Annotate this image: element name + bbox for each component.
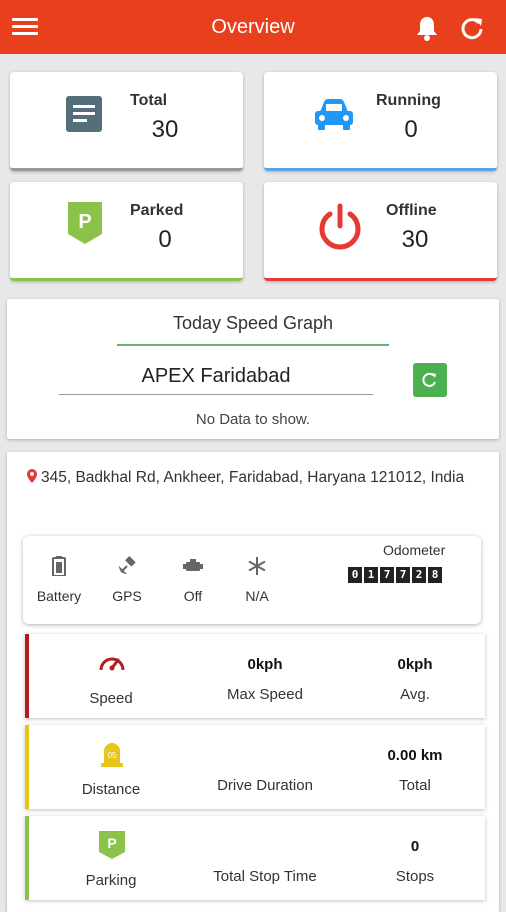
ac-label: N/A — [245, 588, 269, 604]
app-bar: Overview — [0, 0, 506, 54]
avg-speed-label: Avg. — [400, 686, 430, 703]
distance-metric-card[interactable]: 05 Distance Drive Duration 0.00 km Total — [25, 725, 485, 809]
graph-title-underline — [117, 344, 389, 346]
odometer-digit: 8 — [428, 567, 442, 583]
satellite-icon — [119, 556, 136, 574]
device-status-panel: Battery GPS Off N/A Odometer 0 1 7 7 2 8 — [23, 536, 481, 624]
address: 345, Badkhal Rd, Ankheer, Faridabad, Har… — [27, 466, 487, 490]
offline-card[interactable]: Offline 30 — [264, 182, 497, 281]
car-icon — [312, 94, 356, 138]
parking-metric-card[interactable]: P Parking Total Stop Time 0 Stops — [25, 816, 485, 900]
address-text: 345, Badkhal Rd, Ankheer, Faridabad, Har… — [41, 469, 465, 486]
running-value: 0 — [404, 116, 418, 143]
offline-value: 30 — [401, 226, 429, 253]
speedometer-icon — [99, 657, 125, 671]
device-selector[interactable]: APEX Faridabad — [59, 365, 373, 395]
max-speed-label: Max Speed — [227, 686, 303, 703]
battery-icon — [52, 556, 66, 576]
refresh-icon — [422, 372, 436, 387]
total-distance-label: Total — [399, 777, 431, 794]
total-label: Total — [130, 92, 168, 109]
battery-label: Battery — [36, 588, 82, 604]
stops-value: 0 — [410, 838, 420, 855]
snowflake-icon — [248, 557, 266, 575]
parked-label: Parked — [130, 202, 184, 219]
svg-text:P: P — [78, 211, 91, 233]
speed-metric-card[interactable]: Speed 0kph Max Speed 0kph Avg. — [25, 634, 485, 718]
notification-bell-icon[interactable] — [414, 14, 440, 42]
refresh-icon[interactable] — [458, 14, 486, 42]
parking-icon: P — [99, 831, 125, 859]
offline-label: Offline — [386, 202, 437, 219]
no-data-message: No Data to show. — [195, 411, 311, 428]
odometer-digit: 7 — [380, 567, 394, 583]
document-icon — [64, 94, 108, 138]
ac-status: N/A — [227, 556, 287, 604]
parked-value: 0 — [158, 226, 172, 253]
total-value: 30 — [151, 116, 179, 143]
page-title: Overview — [211, 15, 295, 38]
total-card[interactable]: Total 30 — [10, 72, 243, 171]
odometer-digit: 1 — [364, 567, 378, 583]
milestone-icon-text: 05 — [108, 751, 117, 760]
stops-label: Stops — [395, 868, 435, 885]
engine-icon — [183, 559, 203, 571]
parked-card[interactable]: P Parked 0 — [10, 182, 243, 281]
parking-icon-text: P — [107, 835, 116, 851]
ignition-label: Off — [183, 588, 203, 604]
milestone-icon: 05 — [101, 743, 123, 767]
graph-refresh-button[interactable] — [413, 363, 447, 397]
odometer-digit: 0 — [348, 567, 362, 583]
graph-title: Today Speed Graph — [172, 313, 334, 333]
avg-speed-value: 0kph — [397, 656, 433, 673]
total-distance-value: 0.00 km — [387, 747, 443, 764]
distance-label: Distance — [81, 781, 141, 798]
parking-label: Parking — [85, 872, 137, 889]
power-icon — [316, 202, 361, 250]
running-card[interactable]: Running 0 — [264, 72, 497, 171]
menu-icon[interactable] — [12, 14, 38, 38]
ignition-status: Off — [163, 556, 223, 604]
odometer-digit: 7 — [396, 567, 410, 583]
parking-icon: P — [66, 200, 110, 244]
odometer-label: Odometer — [383, 542, 446, 558]
location-pin-icon — [27, 469, 37, 483]
vehicle-info-card: 345, Badkhal Rd, Ankheer, Faridabad, Har… — [7, 452, 499, 912]
max-speed-value: 0kph — [247, 656, 283, 673]
gps-label: GPS — [112, 588, 142, 604]
running-label: Running — [376, 92, 441, 109]
odometer-display: 0 1 7 7 2 8 — [348, 567, 442, 583]
gps-status: GPS — [97, 556, 157, 604]
total-stop-time-label: Total Stop Time — [213, 868, 317, 885]
odometer-digit: 2 — [412, 567, 426, 583]
battery-status: Battery — [29, 556, 89, 604]
speed-label: Speed — [89, 690, 133, 707]
speed-graph-card: Today Speed Graph APEX Faridabad No Data… — [7, 299, 499, 439]
drive-duration-label: Drive Duration — [217, 777, 313, 794]
